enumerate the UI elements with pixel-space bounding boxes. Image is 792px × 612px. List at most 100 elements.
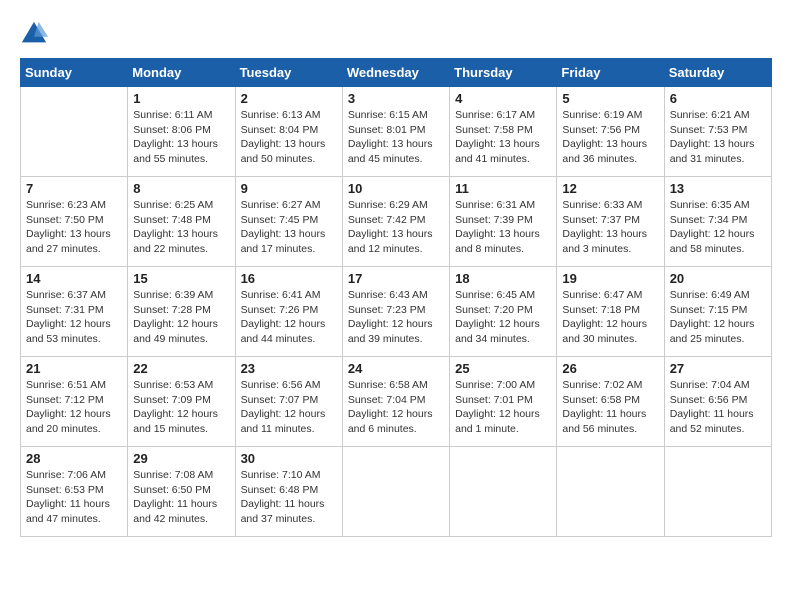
day-number: 24 — [348, 361, 444, 376]
day-cell-4: 4Sunrise: 6:17 AMSunset: 7:58 PMDaylight… — [450, 87, 557, 177]
day-info: Sunrise: 7:00 AMSunset: 7:01 PMDaylight:… — [455, 378, 551, 437]
day-cell-17: 17 Sunrise: 6:43 AMSunset: 7:23 PMDayligh… — [342, 267, 449, 357]
day-info: Sunrise: 6:43 AMSunset: 7:23 PMDaylight:… — [348, 288, 444, 347]
day-number: 13 — [670, 181, 766, 196]
day-number: 20 — [670, 271, 766, 286]
day-number: 28 — [26, 451, 122, 466]
day-number: 4 — [455, 91, 551, 106]
day-number: 11 — [455, 181, 551, 196]
day-info: Sunrise: 6:21 AMSunset: 7:53 PMDaylight:… — [670, 108, 766, 167]
day-info: Sunrise: 6:56 AMSunset: 7:07 PMDaylight:… — [241, 378, 337, 437]
day-info: Sunrise: 6:23 AMSunset: 7:50 PMDaylight:… — [26, 198, 122, 257]
empty-cell — [21, 87, 128, 177]
day-info: Sunrise: 6:49 AMSunset: 7:15 PMDaylight:… — [670, 288, 766, 347]
day-info: Sunrise: 6:51 AMSunset: 7:12 PMDaylight:… — [26, 378, 122, 437]
day-number: 27 — [670, 361, 766, 376]
day-info: Sunrise: 6:45 AMSunset: 7:20 PMDaylight:… — [455, 288, 551, 347]
week-row-5: 28Sunrise: 7:06 AMSunset: 6:53 PMDayligh… — [21, 447, 772, 537]
day-cell-16: 16 Sunrise: 6:41 AMSunset: 7:26 PMDayligh… — [235, 267, 342, 357]
week-row-2: 7 Sunrise: 6:23 AMSunset: 7:50 PMDaylight… — [21, 177, 772, 267]
day-info: Sunrise: 6:13 AMSunset: 8:04 PMDaylight:… — [241, 108, 337, 167]
day-cell-30: 30 Sunrise: 7:10 AMSunset: 6:48 PMDayligh… — [235, 447, 342, 537]
day-info: Sunrise: 6:29 AMSunset: 7:42 PMDaylight:… — [348, 198, 444, 257]
day-cell-21: 21 Sunrise: 6:51 AMSunset: 7:12 PMDayligh… — [21, 357, 128, 447]
day-cell-26: 26 Sunrise: 7:02 AMSunset: 6:58 PMDayligh… — [557, 357, 664, 447]
day-cell-18: 18 Sunrise: 6:45 AMSunset: 7:20 PMDayligh… — [450, 267, 557, 357]
day-cell-3: 3 Sunrise: 6:15 AMSunset: 8:01 PMDaylight… — [342, 87, 449, 177]
day-cell-10: 10 Sunrise: 6:29 AMSunset: 7:42 PMDayligh… — [342, 177, 449, 267]
day-number: 16 — [241, 271, 337, 286]
empty-cell — [450, 447, 557, 537]
week-row-3: 14 Sunrise: 6:37 AMSunset: 7:31 PMDayligh… — [21, 267, 772, 357]
weekday-header-saturday: Saturday — [664, 59, 771, 87]
day-info: Sunrise: 6:41 AMSunset: 7:26 PMDaylight:… — [241, 288, 337, 347]
day-number: 23 — [241, 361, 337, 376]
day-info: Sunrise: 6:33 AMSunset: 7:37 PMDaylight:… — [562, 198, 658, 257]
day-info: Sunrise: 7:10 AMSunset: 6:48 PMDaylight:… — [241, 468, 337, 527]
calendar-table: SundayMondayTuesdayWednesdayThursdayFrid… — [20, 58, 772, 537]
day-info: Sunrise: 6:15 AMSunset: 8:01 PMDaylight:… — [348, 108, 444, 167]
day-number: 12 — [562, 181, 658, 196]
logo — [20, 20, 52, 48]
day-number: 29 — [133, 451, 229, 466]
weekday-header-friday: Friday — [557, 59, 664, 87]
day-cell-25: 25 Sunrise: 7:00 AMSunset: 7:01 PMDayligh… — [450, 357, 557, 447]
day-cell-9: 9Sunrise: 6:27 AMSunset: 7:45 PMDaylight… — [235, 177, 342, 267]
day-number: 18 — [455, 271, 551, 286]
week-row-4: 21 Sunrise: 6:51 AMSunset: 7:12 PMDayligh… — [21, 357, 772, 447]
day-info: Sunrise: 6:19 AMSunset: 7:56 PMDaylight:… — [562, 108, 658, 167]
day-info: Sunrise: 6:35 AMSunset: 7:34 PMDaylight:… — [670, 198, 766, 257]
page-header — [20, 20, 772, 48]
day-number: 17 — [348, 271, 444, 286]
day-cell-23: 23 Sunrise: 6:56 AMSunset: 7:07 PMDayligh… — [235, 357, 342, 447]
day-cell-27: 27 Sunrise: 7:04 AMSunset: 6:56 PMDayligh… — [664, 357, 771, 447]
day-cell-5: 5 Sunrise: 6:19 AMSunset: 7:56 PMDaylight… — [557, 87, 664, 177]
day-info: Sunrise: 6:39 AMSunset: 7:28 PMDaylight:… — [133, 288, 229, 347]
day-number: 30 — [241, 451, 337, 466]
day-number: 25 — [455, 361, 551, 376]
day-number: 19 — [562, 271, 658, 286]
day-number: 14 — [26, 271, 122, 286]
day-cell-29: 29 Sunrise: 7:08 AMSunset: 6:50 PMDayligh… — [128, 447, 235, 537]
day-number: 6 — [670, 91, 766, 106]
day-info: Sunrise: 6:27 AMSunset: 7:45 PMDaylight:… — [241, 198, 337, 257]
weekday-header-thursday: Thursday — [450, 59, 557, 87]
day-info: Sunrise: 6:47 AMSunset: 7:18 PMDaylight:… — [562, 288, 658, 347]
weekday-header-row: SundayMondayTuesdayWednesdayThursdayFrid… — [21, 59, 772, 87]
day-cell-6: 6 Sunrise: 6:21 AMSunset: 7:53 PMDaylight… — [664, 87, 771, 177]
day-info: Sunrise: 6:31 AMSunset: 7:39 PMDaylight:… — [455, 198, 551, 257]
weekday-header-tuesday: Tuesday — [235, 59, 342, 87]
day-info: Sunrise: 7:04 AMSunset: 6:56 PMDaylight:… — [670, 378, 766, 437]
day-cell-14: 14 Sunrise: 6:37 AMSunset: 7:31 PMDayligh… — [21, 267, 128, 357]
day-info: Sunrise: 7:02 AMSunset: 6:58 PMDaylight:… — [562, 378, 658, 437]
day-number: 2 — [241, 91, 337, 106]
day-cell-19: 19 Sunrise: 6:47 AMSunset: 7:18 PMDayligh… — [557, 267, 664, 357]
day-cell-28: 28Sunrise: 7:06 AMSunset: 6:53 PMDayligh… — [21, 447, 128, 537]
day-number: 5 — [562, 91, 658, 106]
day-number: 8 — [133, 181, 229, 196]
day-number: 3 — [348, 91, 444, 106]
day-cell-2: 2 Sunrise: 6:13 AMSunset: 8:04 PMDaylight… — [235, 87, 342, 177]
day-info: Sunrise: 6:37 AMSunset: 7:31 PMDaylight:… — [26, 288, 122, 347]
day-cell-11: 11 Sunrise: 6:31 AMSunset: 7:39 PMDayligh… — [450, 177, 557, 267]
day-cell-24: 24 Sunrise: 6:58 AMSunset: 7:04 PMDayligh… — [342, 357, 449, 447]
weekday-header-sunday: Sunday — [21, 59, 128, 87]
day-cell-22: 22Sunrise: 6:53 AMSunset: 7:09 PMDayligh… — [128, 357, 235, 447]
day-cell-13: 13 Sunrise: 6:35 AMSunset: 7:34 PMDayligh… — [664, 177, 771, 267]
day-cell-15: 15Sunrise: 6:39 AMSunset: 7:28 PMDayligh… — [128, 267, 235, 357]
day-number: 1 — [133, 91, 229, 106]
day-cell-20: 20 Sunrise: 6:49 AMSunset: 7:15 PMDayligh… — [664, 267, 771, 357]
day-number: 7 — [26, 181, 122, 196]
day-info: Sunrise: 6:11 AMSunset: 8:06 PMDaylight:… — [133, 108, 229, 167]
day-info: Sunrise: 6:58 AMSunset: 7:04 PMDaylight:… — [348, 378, 444, 437]
day-number: 21 — [26, 361, 122, 376]
day-info: Sunrise: 6:25 AMSunset: 7:48 PMDaylight:… — [133, 198, 229, 257]
day-cell-7: 7 Sunrise: 6:23 AMSunset: 7:50 PMDaylight… — [21, 177, 128, 267]
week-row-1: 1 Sunrise: 6:11 AMSunset: 8:06 PMDaylight… — [21, 87, 772, 177]
day-number: 26 — [562, 361, 658, 376]
day-info: Sunrise: 6:53 AMSunset: 7:09 PMDaylight:… — [133, 378, 229, 437]
logo-icon — [20, 20, 48, 48]
day-info: Sunrise: 7:08 AMSunset: 6:50 PMDaylight:… — [133, 468, 229, 527]
day-cell-12: 12 Sunrise: 6:33 AMSunset: 7:37 PMDayligh… — [557, 177, 664, 267]
day-number: 10 — [348, 181, 444, 196]
